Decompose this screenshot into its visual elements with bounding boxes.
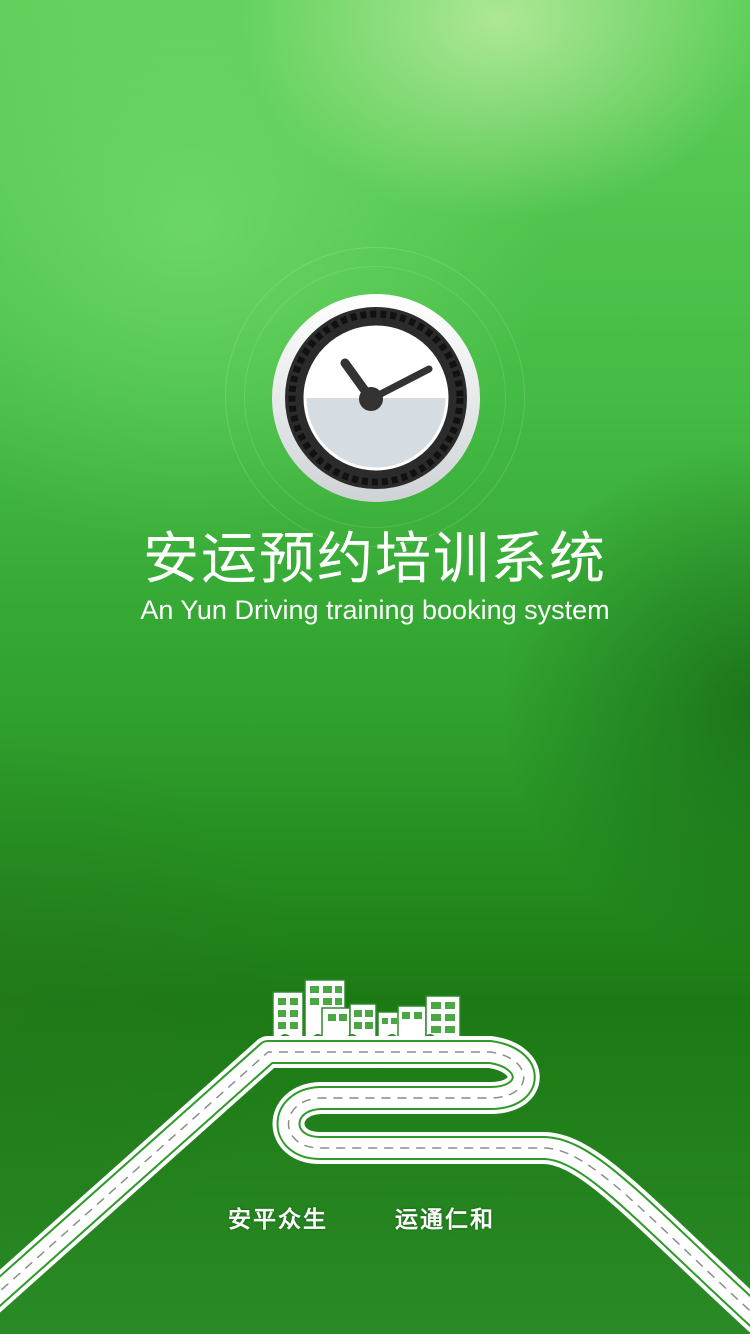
- slogan-right: 运通仁和: [395, 1206, 495, 1233]
- app-title: 安运预约培训系统: [143, 527, 607, 592]
- app-subtitle: An Yun Driving training booking system: [140, 595, 610, 625]
- clock-tire-icon: [272, 294, 480, 502]
- city-road-icon: [0, 979, 750, 1333]
- slogan-left: 安平众生: [228, 1206, 328, 1233]
- splash-screen: 安运预约培训系统 An Yun Driving training booking…: [0, 0, 750, 1334]
- road: [0, 1036, 750, 1333]
